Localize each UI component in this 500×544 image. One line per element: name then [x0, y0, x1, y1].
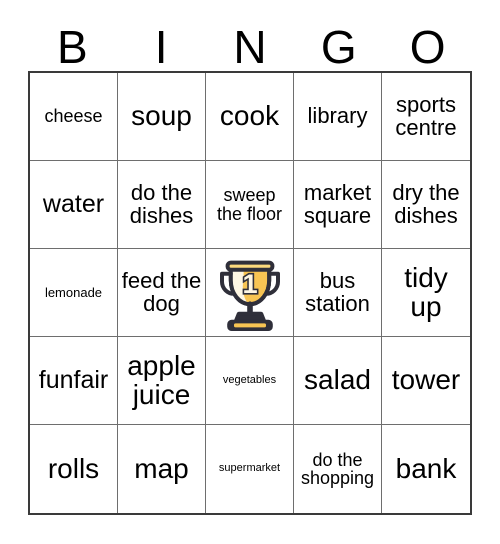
bingo-cell[interactable]: dry the dishes — [382, 161, 470, 249]
bingo-cell[interactable]: sweep the floor — [206, 161, 294, 249]
bingo-cell[interactable]: cheese — [30, 73, 118, 161]
bingo-cell-label: cook — [219, 100, 280, 132]
bingo-cell-label: sports centre — [395, 92, 457, 140]
bingo-header-row: B I N G O — [28, 16, 472, 71]
bingo-cell-label: bus station — [305, 268, 370, 316]
bingo-cell-label: tower — [391, 364, 461, 396]
bingo-cell-label: funfair — [38, 365, 109, 394]
bingo-cell-label: water — [42, 189, 105, 218]
bingo-cell-label: supermarket — [218, 462, 281, 475]
bingo-cell-label: tidy up — [404, 261, 448, 322]
trophy-icon-wrapper: 1 — [206, 249, 293, 336]
bingo-cell-label: sweep the floor — [216, 185, 283, 224]
bingo-cell[interactable]: map — [118, 425, 206, 513]
bingo-cell[interactable]: library — [294, 73, 382, 161]
bingo-cell-label: cheese — [44, 106, 103, 127]
header-letter-b: B — [57, 21, 88, 73]
bingo-cell[interactable]: funfair — [30, 337, 118, 425]
bingo-cell[interactable]: salad — [294, 337, 382, 425]
bingo-cell-label: library — [307, 103, 368, 129]
bingo-cell-label: market square — [303, 180, 372, 228]
bingo-cell-label: apple juice — [127, 349, 196, 410]
header-letter-n: N — [233, 21, 267, 73]
bingo-cell[interactable]: apple juice — [118, 337, 206, 425]
bingo-cell[interactable]: feed the dog — [118, 249, 206, 337]
bingo-cell-label: salad — [304, 364, 371, 396]
bingo-cell-label: bank — [395, 452, 457, 484]
bingo-cell[interactable]: tower — [382, 337, 470, 425]
bingo-grid: cheese soup cook library sports centre water d… — [28, 71, 472, 515]
bingo-cell[interactable]: do the shopping — [294, 425, 382, 513]
bingo-cell-label: map — [134, 452, 189, 484]
bingo-cell-label: feed the dog — [121, 268, 202, 316]
bingo-cell[interactable]: water — [30, 161, 118, 249]
bingo-cell-label: rolls — [47, 452, 100, 484]
bingo-cell[interactable]: bank — [382, 425, 470, 513]
bingo-cell[interactable]: sports centre — [382, 73, 470, 161]
header-letter-g: G — [320, 21, 357, 73]
header-letter-i: I — [154, 21, 168, 73]
header-letter-o: O — [409, 21, 446, 73]
bingo-free-space-cell[interactable]: 1 — [206, 249, 294, 337]
bingo-cell[interactable]: do the dishes — [118, 161, 206, 249]
bingo-cell-label: lemonade — [44, 284, 103, 300]
bingo-cell-label: dry the dishes — [392, 180, 460, 228]
trophy-icon: 1 — [219, 260, 280, 331]
bingo-cell[interactable]: bus station — [294, 249, 382, 337]
bingo-cell[interactable]: lemonade — [30, 249, 118, 337]
bingo-cell[interactable]: tidy up — [382, 249, 470, 337]
bingo-cell-label: vegetables — [222, 373, 277, 386]
bingo-cell[interactable]: soup — [118, 73, 206, 161]
bingo-cell-label: soup — [131, 100, 192, 132]
bingo-cell[interactable]: market square — [294, 161, 382, 249]
bingo-cell[interactable]: vegetables — [206, 337, 294, 425]
trophy-rank-label: 1 — [242, 268, 257, 299]
bingo-card: B I N G O cheese soup cook library sports ce… — [0, 0, 500, 544]
bingo-cell-label: do the shopping — [300, 449, 375, 488]
bingo-cell[interactable]: cook — [206, 73, 294, 161]
bingo-cell-label: do the dishes — [129, 180, 194, 228]
bingo-cell[interactable]: rolls — [30, 425, 118, 513]
bingo-cell[interactable]: supermarket — [206, 425, 294, 513]
